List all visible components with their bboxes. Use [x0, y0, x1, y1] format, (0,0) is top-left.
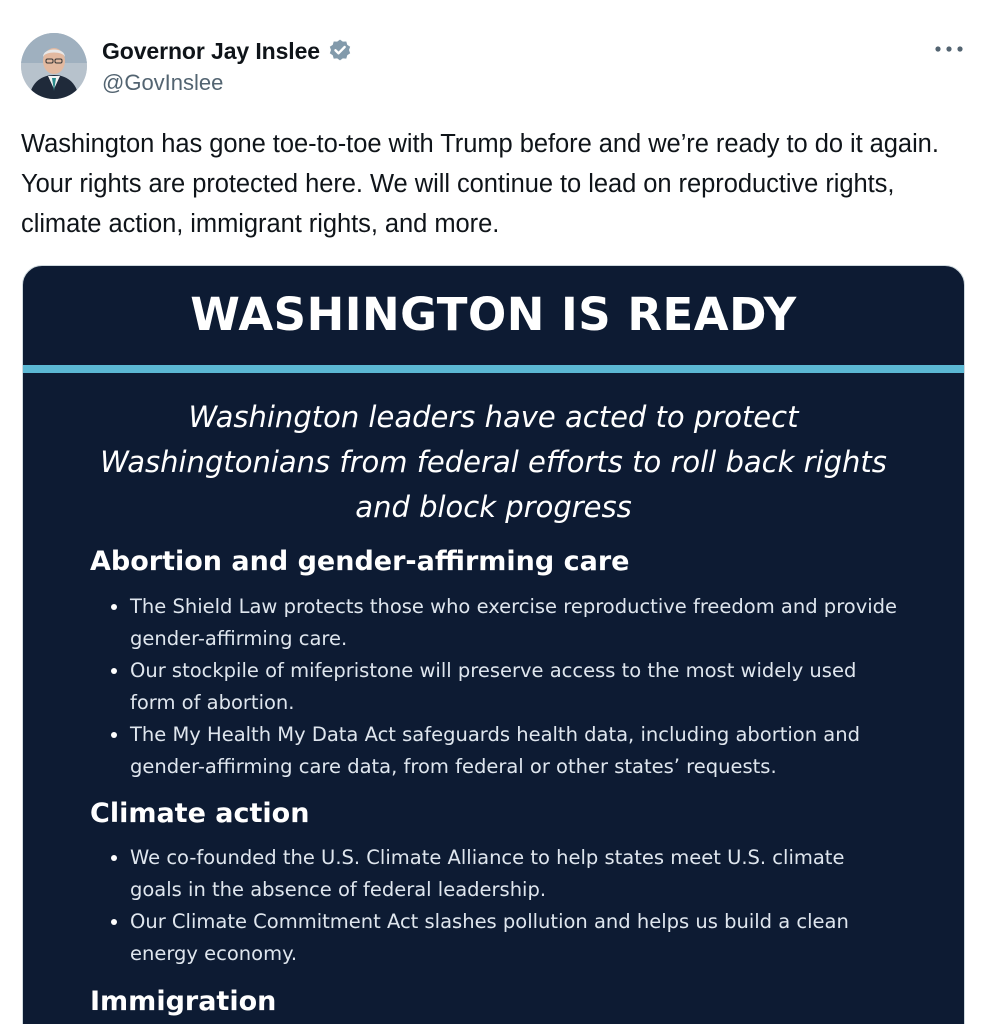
bullet-list-climate: We co-founded the U.S. Climate Alliance …: [111, 842, 901, 970]
bullet-icon: [111, 919, 117, 925]
verified-badge-icon: [327, 38, 353, 64]
list-item: Our Climate Commitment Act slashes pollu…: [111, 906, 901, 970]
tweet: Governor Jay Inslee @GovInslee Washingto…: [0, 0, 1006, 1024]
bullet-text: Our stockpile of mifepristone will prese…: [130, 659, 857, 714]
bullet-list-abortion: The Shield Law protects those who exerci…: [111, 591, 901, 783]
section-heading-immigration: Immigration: [90, 986, 277, 1017]
bullet-text: Our Climate Commitment Act slashes pollu…: [130, 910, 849, 965]
bullet-text: We co-founded the U.S. Climate Alliance …: [130, 846, 845, 901]
bullet-text: The Shield Law protects those who exerci…: [130, 595, 898, 650]
media-card[interactable]: WASHINGTON IS READY Washington leaders h…: [22, 265, 965, 1024]
section-heading-climate: Climate action: [90, 798, 310, 829]
author-name[interactable]: Governor Jay Inslee: [102, 38, 320, 65]
more-options-icon: [935, 46, 963, 52]
bullet-text: The My Health My Data Act safeguards hea…: [130, 723, 860, 778]
section-heading-abortion: Abortion and gender-affirming care: [90, 546, 630, 577]
author-handle[interactable]: @GovInslee: [102, 70, 223, 96]
bullet-icon: [111, 668, 117, 674]
card-divider: [23, 365, 964, 373]
more-options-button[interactable]: [930, 34, 968, 64]
bullet-icon: [111, 732, 117, 738]
bullet-icon: [111, 604, 117, 610]
avatar[interactable]: [21, 33, 87, 99]
author-name-row: Governor Jay Inslee: [102, 35, 353, 67]
list-item: The My Health My Data Act safeguards hea…: [111, 719, 901, 783]
list-item: Our stockpile of mifepristone will prese…: [111, 655, 901, 719]
avatar-portrait-icon: [21, 33, 87, 99]
card-title: WASHINGTON IS READY: [190, 288, 797, 341]
bullet-icon: [111, 855, 117, 861]
tweet-text: Washington has gone toe-to-toe with Trum…: [21, 130, 939, 238]
list-item: We co-founded the U.S. Climate Alliance …: [111, 842, 901, 906]
list-item: The Shield Law protects those who exerci…: [111, 591, 901, 655]
card-subtitle: Washington leaders have acted to protect…: [100, 400, 887, 524]
